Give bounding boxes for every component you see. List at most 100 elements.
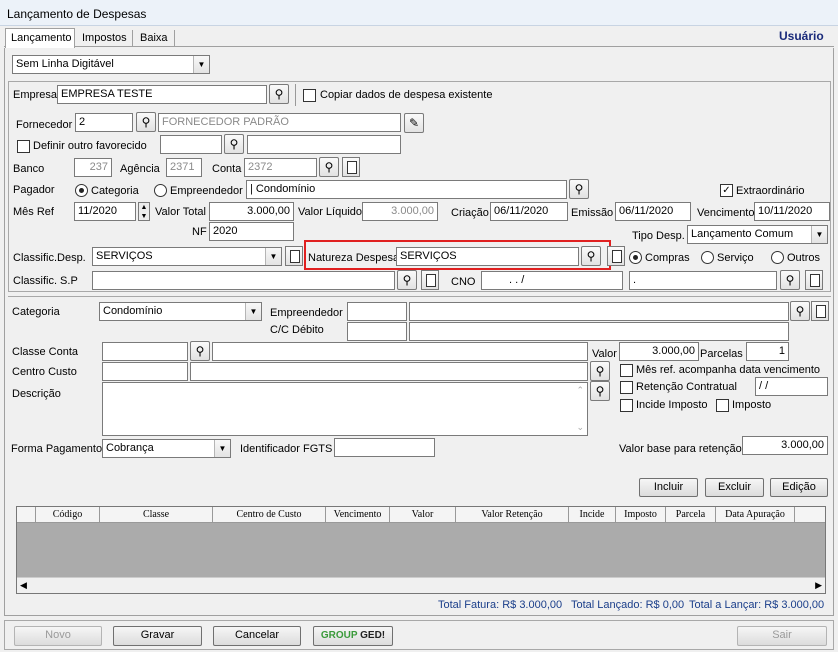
categoria-select[interactable]: Condomínio ▼ — [99, 302, 262, 321]
empreendedor-code[interactable] — [347, 302, 407, 321]
novo-button[interactable]: Novo — [14, 626, 102, 646]
scroll-up-icon[interactable]: ⌃ — [576, 385, 584, 396]
empresa-input[interactable]: EMPRESA TESTE — [57, 85, 267, 104]
cno-input[interactable]: . . / — [481, 271, 623, 290]
col-parcela[interactable]: Parcela — [666, 507, 716, 523]
edit-record-icon[interactable]: ✎ — [404, 113, 424, 133]
pagador-input[interactable]: | Condomínio — [246, 180, 567, 199]
classif-sp-input[interactable] — [92, 271, 395, 290]
lancamentos-grid[interactable]: Código Classe Centro de Custo Vencimento… — [16, 506, 826, 594]
nf-input[interactable]: 2020 — [209, 222, 294, 241]
compras-radio[interactable] — [629, 251, 642, 264]
cancelar-button[interactable]: Cancelar — [213, 626, 301, 646]
favorecido-checkbox[interactable] — [17, 140, 30, 153]
binoculars-icon[interactable]: ⚲ — [190, 341, 210, 361]
emissao-input[interactable]: 06/11/2020 — [615, 202, 691, 221]
classif-desp-select[interactable]: SERVIÇOS ▼ — [92, 247, 282, 266]
servico-radio[interactable] — [701, 251, 714, 264]
mes-ref-input[interactable]: 11/2020 — [74, 202, 136, 221]
col-codigo[interactable]: Código — [36, 507, 100, 523]
cc-debito-name[interactable] — [409, 322, 789, 341]
imposto-checkbox[interactable] — [716, 399, 729, 412]
criacao-input[interactable]: 06/11/2020 — [490, 202, 568, 221]
incide-imposto-checkbox[interactable] — [620, 399, 633, 412]
agencia-input[interactable]: 2371 — [166, 158, 202, 177]
col-valor[interactable]: Valor — [390, 507, 456, 523]
group-ged-button[interactable]: GROUP GED! — [313, 626, 393, 646]
valor-total-input[interactable]: 3.000,00 — [209, 202, 294, 221]
extraordinario-checkbox[interactable]: ✓ — [720, 184, 733, 197]
document-icon[interactable] — [811, 301, 829, 321]
binoculars-icon[interactable]: ⚲ — [780, 270, 800, 290]
conta-input[interactable]: 2372 — [244, 158, 317, 177]
binoculars-icon[interactable]: ⚲ — [590, 361, 610, 381]
copiar-label: Copiar dados de despesa existente — [320, 89, 493, 101]
binoculars-icon[interactable]: ⚲ — [569, 179, 589, 199]
centro-custo-name[interactable] — [190, 362, 588, 381]
tab-impostos-label: Impostos — [82, 32, 127, 44]
descricao-textarea[interactable]: ⌃ ⌄ — [102, 382, 588, 436]
fgts-input[interactable] — [334, 438, 435, 457]
forma-pagamento-select[interactable]: Cobrança ▼ — [102, 439, 231, 458]
excluir-button[interactable]: Excluir — [705, 478, 764, 497]
scroll-left-icon[interactable]: ◀ — [20, 580, 27, 591]
gravar-button[interactable]: Gravar — [113, 626, 202, 646]
valor-input[interactable]: 3.000,00 — [619, 342, 699, 361]
binoculars-icon[interactable]: ⚲ — [224, 134, 244, 154]
binoculars-icon[interactable]: ⚲ — [790, 301, 810, 321]
document-icon[interactable] — [342, 157, 360, 177]
binoculars-icon[interactable]: ⚲ — [319, 157, 339, 177]
scroll-down-icon[interactable]: ⌄ — [576, 422, 584, 433]
valor-base-input[interactable]: 3.000,00 — [742, 436, 828, 455]
col-imposto[interactable]: Imposto — [616, 507, 666, 523]
pagador-categoria-radio[interactable] — [75, 184, 88, 197]
tab-lancamento[interactable]: Lançamento — [5, 28, 75, 48]
binoculars-icon[interactable]: ⚲ — [397, 270, 417, 290]
banco-input[interactable]: 237 — [74, 158, 112, 177]
col-classe[interactable]: Classe — [100, 507, 213, 523]
classe-conta-label: Classe Conta — [12, 346, 79, 358]
binoculars-icon[interactable]: ⚲ — [136, 112, 156, 132]
parcelas-input[interactable]: 1 — [746, 342, 789, 361]
empreendedor-name[interactable] — [409, 302, 789, 321]
retencao-checkbox[interactable] — [620, 381, 633, 394]
document-icon[interactable] — [607, 246, 625, 266]
incluir-button[interactable]: Incluir — [639, 478, 698, 497]
retencao-date[interactable]: / / — [755, 377, 828, 396]
centro-custo-code[interactable] — [102, 362, 188, 381]
grid-horizontal-scrollbar[interactable]: ◀ ▶ — [17, 577, 825, 593]
col-data-apuracao[interactable]: Data Apuração — [716, 507, 795, 523]
fornecedor-code[interactable]: 2 — [75, 113, 133, 132]
col-vencimento[interactable]: Vencimento — [326, 507, 390, 523]
document-icon[interactable] — [421, 270, 439, 290]
sair-button[interactable]: Sair — [737, 626, 827, 646]
pagador-empreendedor-radio[interactable] — [154, 184, 167, 197]
vencimento-input[interactable]: 10/11/2020 — [754, 202, 830, 221]
document-icon[interactable] — [285, 246, 303, 266]
document-icon[interactable] — [805, 270, 823, 290]
mes-ref-acomp-checkbox[interactable] — [620, 364, 633, 377]
col-centro-custo[interactable]: Centro de Custo — [213, 507, 326, 523]
favorecido-name[interactable] — [247, 135, 401, 154]
col-valor-retencao[interactable]: Valor Retenção — [456, 507, 569, 523]
tab-baixa[interactable]: Baixa — [135, 30, 175, 47]
cno-name-input[interactable]: . — [629, 271, 777, 290]
classe-conta-name[interactable] — [212, 342, 588, 361]
linha-digitavel-select[interactable]: Sem Linha Digitável ▼ — [12, 55, 210, 74]
copiar-checkbox[interactable] — [303, 89, 316, 102]
binoculars-icon[interactable]: ⚲ — [590, 381, 610, 401]
outros-radio[interactable] — [771, 251, 784, 264]
total-fatura: Total Fatura: R$ 3.000,00 — [438, 599, 563, 611]
tab-impostos[interactable]: Impostos — [77, 30, 133, 47]
fornecedor-name: FORNECEDOR PADRÃO — [158, 113, 401, 132]
mes-ref-spinner[interactable]: ▲ ▼ — [138, 202, 150, 221]
scroll-right-icon[interactable]: ▶ — [815, 580, 822, 591]
chevron-down-icon: ▼ — [245, 303, 261, 320]
tipo-desp-select[interactable]: Lançamento Comum ▼ — [687, 225, 828, 244]
cc-debito-code[interactable] — [347, 322, 407, 341]
binoculars-icon[interactable]: ⚲ — [269, 84, 289, 104]
col-incide[interactable]: Incide — [569, 507, 616, 523]
classe-conta-code[interactable] — [102, 342, 188, 361]
edicao-button[interactable]: Edição — [770, 478, 828, 497]
favorecido-code[interactable] — [160, 135, 222, 154]
